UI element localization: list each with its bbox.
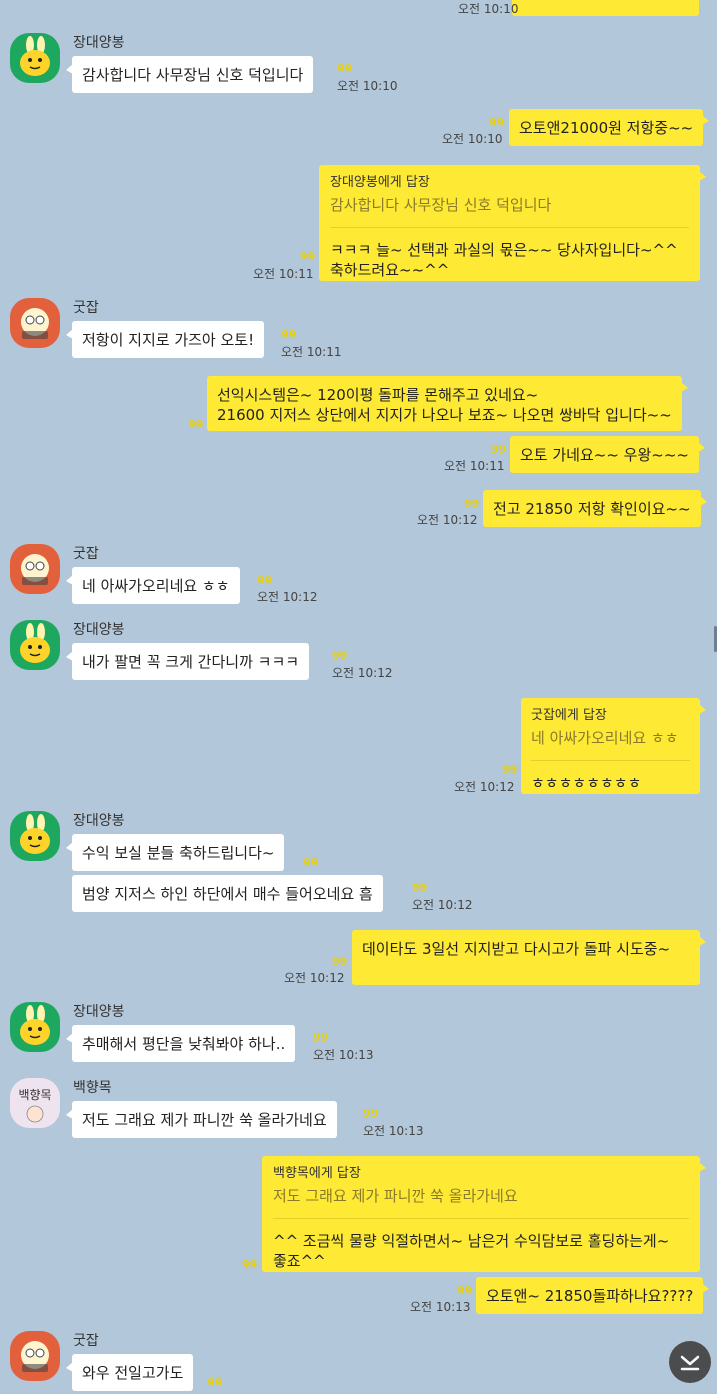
message-bubble[interactable]: 저항이 지지로 가즈아 오토! — [65, 321, 265, 358]
my-message-bubble[interactable]: 오토앤21000원 저항중~~ — [509, 109, 710, 146]
reply-text-line: ㅋㅋㅋ 늘~ 선택과 과실의 몫은~~ 당사자입니다~^^ — [330, 241, 678, 259]
character-face-icon — [21, 554, 49, 585]
unread-count: 99 — [491, 443, 507, 456]
unread-count: 99 — [303, 856, 319, 869]
message-bubble[interactable]: 저도 그래요 제가 파니깐 쑥 올라가네요 — [66, 1101, 337, 1138]
avatar-jangdae[interactable] — [10, 620, 60, 670]
reply-text-line: ^^ 조금씩 물량 익절하면서~ 남은거 수익담보로 홀딩하는게~ — [273, 1232, 670, 1250]
message-bubble[interactable]: 내가 팔면 꼭 크게 간다니까 ㅋㅋㅋ — [65, 643, 310, 680]
reply-divider — [531, 760, 690, 761]
reply-divider — [273, 1218, 689, 1219]
reply-title: 백향목에게 답장 — [273, 1166, 361, 1181]
reply-title: 장대양봉에게 답장 — [330, 175, 430, 190]
character-face-icon — [21, 1341, 49, 1372]
message-time: 오전 10:12 — [284, 971, 345, 985]
my-message-bubble[interactable]: 데이타도 3일선 지지받고 다시고가 돌파 시도중~ — [352, 930, 706, 985]
unread-count: 99 — [281, 328, 297, 341]
message-time: 오전 10:12 — [332, 666, 393, 680]
unread-count: 99 — [242, 1258, 258, 1271]
sender-name: 장대양봉 — [73, 35, 125, 51]
avatar-baek[interactable]: 백향목 — [10, 1078, 60, 1128]
avatar-gutjab[interactable] — [10, 298, 60, 348]
sender-name: 장대양봉 — [73, 813, 125, 829]
message-bubble[interactable]: 범양 지저스 하인 하단에서 매수 들어오네요 흠 — [72, 875, 383, 912]
message-time: 오전 10:13 — [363, 1124, 424, 1138]
sender-name: 굿잡 — [73, 546, 99, 562]
message-bubble[interactable]: 수익 보실 분들 축하드립니다~ — [65, 834, 285, 871]
avatar-gutjab[interactable] — [10, 1331, 60, 1381]
reply-text-line: ㅎㅎㅎㅎㅎㅎㅎㅎ — [531, 774, 642, 792]
my-message-bubble[interactable]: 오토 가네요~~ 우왕~~~ — [510, 436, 705, 473]
avatar-jangdae[interactable] — [10, 33, 60, 83]
unread-count: 99 — [412, 881, 428, 894]
unread-count: 99 — [337, 62, 353, 75]
message-time: 오전 10:13 — [410, 1300, 471, 1314]
avatar-gutjab[interactable] — [10, 544, 60, 594]
my-message-bubble[interactable]: 전고 21850 저항 확인이요~~ — [483, 490, 707, 527]
message-time: 오전 10:13 — [313, 1048, 374, 1062]
reply-quote[interactable]: 감사합니다 사무장님 신호 덕입니다 — [330, 195, 689, 215]
reply-message-bubble[interactable]: 백향목에게 답장 저도 그래요 제가 파니깐 쑥 올라가네요 ^^ 조금씩 물량… — [262, 1156, 706, 1272]
message-time: 오전 10:10 — [458, 2, 519, 16]
unread-count: 99 — [332, 955, 348, 968]
my-message-bubble[interactable]: 선익시스템은~ 120이평 돌파를 몬해주고 있네요~ 21600 지저스 상단… — [207, 376, 688, 431]
my-message-partial[interactable] — [512, 0, 699, 16]
unread-count: 99 — [332, 649, 348, 662]
message-bubble[interactable]: 와우 전일고가도 — [65, 1354, 194, 1391]
unread-count: 99 — [313, 1031, 329, 1044]
grandma-face-icon — [26, 1105, 44, 1123]
character-face-icon — [21, 308, 49, 339]
ryan-face-icon — [20, 623, 50, 663]
reply-text-line: 좋죠^^ — [273, 1252, 326, 1270]
message-bubble[interactable]: 감사합니다 사무장님 신호 덕입니다 — [65, 56, 314, 93]
message-time: 오전 10:12 — [412, 898, 473, 912]
reply-message-bubble[interactable]: 장대양봉에게 답장 감사합니다 사무장님 신호 덕입니다 ㅋㅋㅋ 늘~ 선택과 … — [319, 165, 706, 281]
message-time: 오전 10:11 — [281, 345, 342, 359]
reply-message-bubble[interactable]: 굿잡에게 답장 네 아싸가오리네요 ㅎㅎ ㅎㅎㅎㅎㅎㅎㅎㅎ — [521, 698, 706, 794]
reply-quote[interactable]: 네 아싸가오리네요 ㅎㅎ — [531, 728, 690, 748]
reply-quote[interactable]: 저도 그래요 제가 파니깐 쑥 올라가네요 — [273, 1186, 689, 1206]
message-time: 오전 10:10 — [442, 132, 503, 146]
message-time: 오전 10:12 — [257, 590, 318, 604]
unread-count: 99 — [464, 497, 480, 510]
message-time: 오전 10:10 — [337, 79, 398, 93]
avatar-jangdae[interactable] — [10, 811, 60, 861]
message-time: 오전 10:12 — [417, 513, 478, 527]
message-bubble[interactable]: 추매해서 평단을 낮춰봐야 하나.. — [65, 1025, 296, 1062]
my-message-bubble[interactable]: 오토앤~ 21850돌파하나요???? — [476, 1277, 710, 1314]
unread-count: 99 — [188, 418, 204, 431]
sender-name: 장대양봉 — [73, 622, 125, 638]
sender-name: 굿잡 — [73, 1333, 99, 1349]
unread-count: 99 — [363, 1107, 379, 1120]
unread-count: 99 — [502, 763, 518, 776]
unread-count: 99 — [300, 250, 316, 263]
sender-name: 장대양봉 — [73, 1004, 125, 1020]
reply-title: 굿잡에게 답장 — [531, 708, 607, 723]
message-time: 오전 10:12 — [454, 780, 515, 794]
message-bubble[interactable]: 네 아싸가오리네요 ㅎㅎ — [66, 567, 240, 604]
scroll-to-bottom-button[interactable] — [669, 1341, 711, 1383]
ryan-face-icon — [20, 814, 50, 854]
unread-count: 99 — [257, 574, 273, 587]
reply-divider — [330, 227, 689, 228]
message-time: 오전 10:11 — [444, 459, 505, 473]
ryan-face-icon — [20, 1005, 50, 1045]
unread-count: 99 — [489, 116, 505, 129]
message-text-line: 21600 지저스 상단에서 지지가 나오나 보죠~ 나오면 쌍바닥 입니다~~ — [217, 406, 672, 424]
sender-name: 굿잡 — [73, 300, 99, 316]
unread-count: 99 — [457, 1284, 473, 1297]
chevron-down-bar-icon — [680, 1355, 700, 1371]
message-time: 오전 10:11 — [253, 267, 314, 281]
avatar-jangdae[interactable] — [10, 1002, 60, 1052]
sender-name: 백향목 — [73, 1080, 112, 1096]
ryan-face-icon — [20, 36, 50, 76]
message-text-line: 선익시스템은~ 120이평 돌파를 몬해주고 있네요~ — [217, 386, 539, 404]
reply-text-line: 축하드려요~~^^ — [330, 261, 450, 279]
unread-count: 99 — [207, 1376, 223, 1389]
